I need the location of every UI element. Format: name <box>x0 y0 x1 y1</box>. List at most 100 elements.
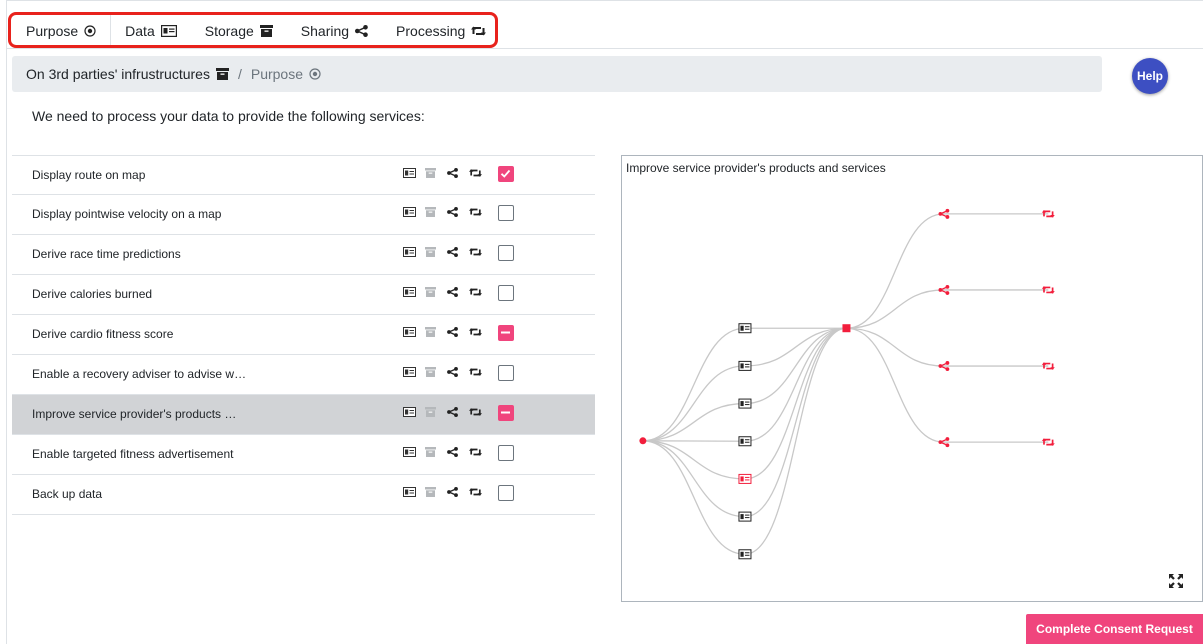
purpose-root-node[interactable] <box>639 437 647 445</box>
service-label: Improve service provider's products … <box>32 407 237 421</box>
graph-edge <box>846 327 944 367</box>
graph-edge <box>642 440 745 518</box>
consent-checkbox[interactable] <box>498 485 514 501</box>
archive-icon <box>425 287 447 297</box>
archive-icon <box>425 487 447 497</box>
processing-node[interactable] <box>1041 210 1055 218</box>
retweet-icon <box>469 327 491 337</box>
storage-node[interactable] <box>842 324 851 333</box>
consent-checkbox[interactable] <box>498 245 514 261</box>
graph-edge <box>744 327 847 480</box>
expand-icon[interactable] <box>1169 574 1183 593</box>
graph-edge <box>642 402 745 442</box>
service-row[interactable]: Enable a recovery adviser to advise w… <box>12 355 595 395</box>
breadcrumb-current: Purpose <box>250 66 304 82</box>
intro-text: We need to process your data to provide … <box>32 108 425 124</box>
share-icon <box>447 407 469 417</box>
service-label: Derive cardio fitness score <box>32 327 174 341</box>
tab-data[interactable]: Data <box>111 14 191 48</box>
archive-icon <box>425 207 447 217</box>
service-row[interactable]: Enable targeted fitness advertisement <box>12 435 595 475</box>
graph-edge <box>744 327 847 555</box>
id-card-icon <box>403 207 425 217</box>
flow-graph[interactable] <box>622 156 1202 601</box>
archive-icon <box>425 247 447 257</box>
archive-icon <box>259 25 273 37</box>
help-button[interactable]: Help <box>1132 58 1168 94</box>
service-row[interactable]: Derive race time predictions <box>12 235 595 275</box>
breadcrumb-parent[interactable]: On 3rd parties' infrustructures <box>26 66 210 82</box>
consent-checkbox[interactable] <box>498 166 514 182</box>
service-icons <box>403 327 491 337</box>
share-icon <box>447 487 469 497</box>
flow-graph-panel: Improve service provider's products and … <box>621 155 1203 602</box>
consent-checkbox[interactable] <box>498 445 514 461</box>
data-node[interactable] <box>738 360 752 371</box>
service-row[interactable]: Derive cardio fitness score <box>12 315 595 355</box>
consent-checkbox[interactable] <box>498 405 514 421</box>
service-icons <box>403 407 491 417</box>
service-list: Display route on map Display pointwise ve… <box>12 155 595 515</box>
id-card-icon <box>403 487 425 497</box>
consent-checkbox[interactable] <box>498 365 514 381</box>
tab-divider <box>6 48 1203 49</box>
service-row[interactable]: Improve service provider's products … <box>12 395 595 435</box>
share-icon <box>447 367 469 377</box>
service-label: Display route on map <box>32 168 146 182</box>
data-node[interactable] <box>738 549 752 560</box>
data-node[interactable] <box>738 436 752 447</box>
tab-label: Purpose <box>26 23 79 39</box>
graph-edge <box>744 327 847 405</box>
tab-storage[interactable]: Storage <box>191 14 287 48</box>
id-card-icon <box>403 367 425 377</box>
consent-checkbox[interactable] <box>498 205 514 221</box>
graph-edge <box>642 440 745 480</box>
id-card-icon <box>403 247 425 257</box>
data-node[interactable] <box>738 398 752 409</box>
complete-consent-button[interactable]: Complete Consent Request <box>1026 614 1203 644</box>
service-row[interactable]: Display pointwise velocity on a map <box>12 195 595 235</box>
retweet-icon <box>469 207 491 217</box>
retweet-icon <box>469 407 491 417</box>
graph-edge <box>744 327 847 518</box>
share-icon <box>447 287 469 297</box>
data-node[interactable] <box>738 511 752 522</box>
processing-node[interactable] <box>1041 362 1055 370</box>
processing-node[interactable] <box>1041 286 1055 294</box>
service-label: Derive race time predictions <box>32 247 181 261</box>
retweet-icon <box>469 247 491 257</box>
service-row[interactable]: Display route on map <box>12 155 595 195</box>
id-card-icon <box>160 25 177 37</box>
graph-edge <box>642 440 745 555</box>
tab-label: Processing <box>396 23 466 39</box>
share-icon <box>447 447 469 457</box>
share-icon <box>355 25 368 37</box>
service-label: Derive calories burned <box>32 287 153 301</box>
retweet-icon <box>469 487 491 497</box>
id-card-icon <box>403 287 425 297</box>
tab-purpose[interactable]: Purpose <box>12 14 112 48</box>
data-node[interactable] <box>738 473 752 484</box>
service-icons <box>403 168 491 178</box>
service-icons <box>403 247 491 257</box>
tab-label: Data <box>125 23 155 39</box>
service-row[interactable]: Back up data <box>12 475 595 515</box>
service-icons <box>403 487 491 497</box>
consent-checkbox[interactable] <box>498 285 514 301</box>
service-label: Display pointwise velocity on a map <box>32 207 222 221</box>
processing-node[interactable] <box>1041 438 1055 446</box>
target-icon <box>309 68 321 80</box>
service-icons <box>403 447 491 457</box>
graph-edge <box>846 327 944 443</box>
graph-edge <box>642 327 745 442</box>
share-icon <box>447 327 469 337</box>
data-node[interactable] <box>738 323 752 334</box>
service-row[interactable]: Derive calories burned <box>12 275 595 315</box>
consent-checkbox[interactable] <box>498 325 514 341</box>
service-label: Back up data <box>32 487 103 501</box>
tab-label: Storage <box>204 23 254 39</box>
tab-processing[interactable]: Processing <box>382 14 500 48</box>
service-icons <box>403 287 491 297</box>
share-icon <box>447 168 469 178</box>
tab-sharing[interactable]: Sharing <box>287 14 382 48</box>
